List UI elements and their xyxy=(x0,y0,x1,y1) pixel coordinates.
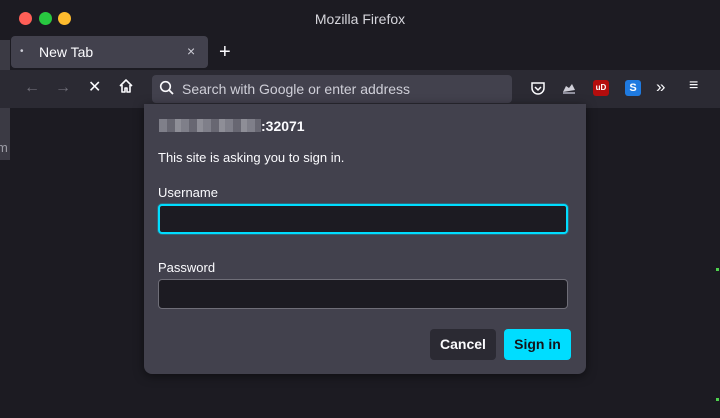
password-field[interactable] xyxy=(158,279,568,309)
auth-message: This site is asking you to sign in. xyxy=(158,150,345,165)
tab-close-icon[interactable]: × xyxy=(187,43,195,59)
sign-in-button[interactable]: Sign in xyxy=(504,329,571,360)
home-icon xyxy=(119,79,133,93)
window-title: Mozilla Firefox xyxy=(314,11,406,27)
password-label: Password xyxy=(158,260,216,275)
overflow-icon[interactable]: » xyxy=(656,77,672,96)
tab-title: New Tab xyxy=(39,44,94,60)
tab-new-tab[interactable]: • New Tab × xyxy=(11,36,208,68)
auth-dialog: :32071 This site is asking you to sign i… xyxy=(144,104,586,374)
username-label: Username xyxy=(158,185,218,200)
background-dot xyxy=(716,268,719,271)
nav-toolbar: ← → ✕ Search with Google or enter addres… xyxy=(0,70,720,108)
menu-icon[interactable]: ≡ xyxy=(689,77,705,94)
url-bar[interactable]: Search with Google or enter address xyxy=(152,75,512,103)
window-titlebar: Mozilla Firefox xyxy=(0,0,720,38)
url-placeholder: Search with Google or enter address xyxy=(182,81,411,97)
ublock-icon[interactable]: uD xyxy=(593,80,609,96)
stop-button[interactable]: ✕ xyxy=(88,78,101,98)
new-tab-button[interactable]: + xyxy=(219,41,231,64)
tab-loading-icon: • xyxy=(20,46,24,57)
tab-bar: • New Tab × + xyxy=(0,36,720,70)
host-redacted xyxy=(159,119,261,132)
search-icon xyxy=(159,80,174,95)
pocket-icon[interactable] xyxy=(530,80,546,96)
background-dot xyxy=(716,398,719,401)
forward-button[interactable]: → xyxy=(55,78,71,98)
background-window-text: m xyxy=(0,140,8,155)
host-port: :32071 xyxy=(261,118,305,134)
back-button[interactable]: ← xyxy=(24,78,40,98)
cancel-button[interactable]: Cancel xyxy=(430,329,496,360)
extension-s-icon[interactable]: S xyxy=(625,80,641,96)
username-field[interactable] xyxy=(158,204,568,234)
extension-cat-icon[interactable] xyxy=(561,80,577,96)
home-button[interactable] xyxy=(118,78,134,100)
